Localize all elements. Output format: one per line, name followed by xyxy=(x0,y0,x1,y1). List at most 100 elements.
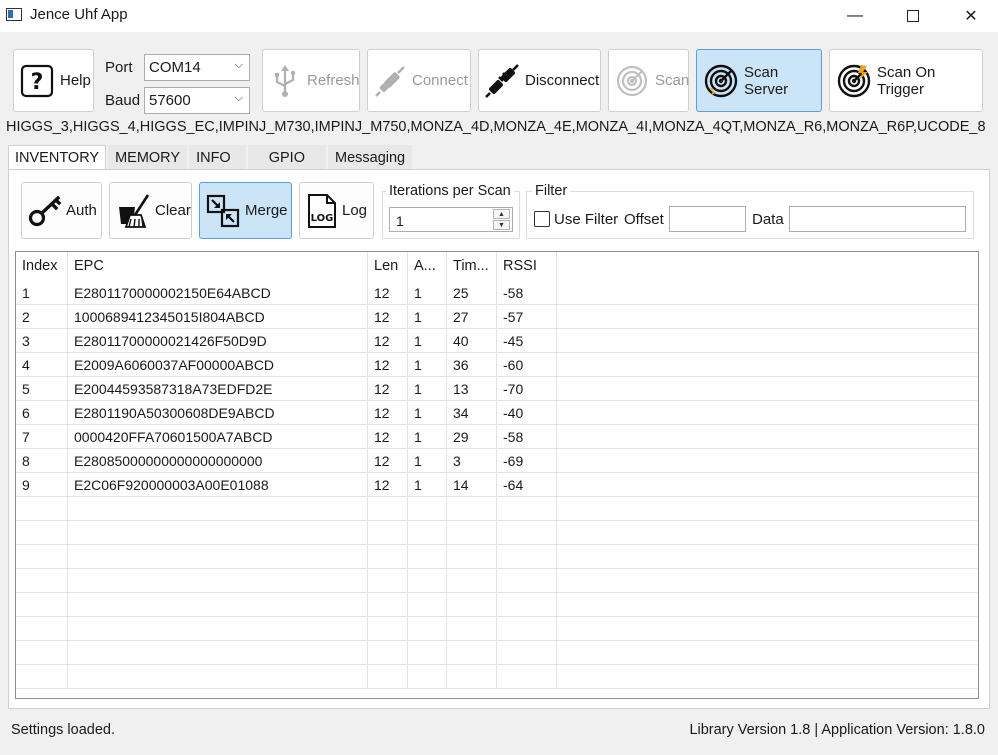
column-header-index[interactable]: Index xyxy=(16,252,68,281)
port-select[interactable]: COM14 ⌵ xyxy=(144,54,250,81)
table-cell: 3 xyxy=(16,329,68,353)
table-row[interactable]: 5 E20044593587318A73EDFD2E 12 1 13 -70 xyxy=(16,377,978,401)
table-cell xyxy=(497,521,557,545)
connect-button[interactable]: Connect xyxy=(367,49,471,112)
window-title: Jence Uhf App xyxy=(30,6,128,23)
table-row[interactable]: 7 0000420FFA70601500A7ABCD 12 1 29 -58 xyxy=(16,425,978,449)
table-cell xyxy=(368,497,408,521)
column-header-antenna[interactable]: A... xyxy=(408,252,447,281)
table-cell: 1000689412345015I804ABCD xyxy=(68,305,368,329)
log-icon-text: LOG xyxy=(311,213,334,224)
table-cell xyxy=(497,617,557,641)
table-cell: 1 xyxy=(408,425,447,449)
table-cell xyxy=(408,569,447,593)
table-cell xyxy=(368,617,408,641)
clear-button[interactable]: Clear xyxy=(109,182,192,239)
table-cell: E28085000000000000000000 xyxy=(68,449,368,473)
table-cell: -40 xyxy=(497,401,557,425)
scan-button[interactable]: Scan xyxy=(608,49,689,112)
table-cell xyxy=(368,665,408,689)
disconnect-button[interactable]: Disconnect xyxy=(478,49,601,112)
radar-icon xyxy=(616,65,648,96)
table-cell xyxy=(16,593,68,617)
help-button[interactable]: ? Help xyxy=(13,49,94,112)
table-cell xyxy=(368,545,408,569)
table-cell xyxy=(447,617,497,641)
filter-title: Filter xyxy=(532,183,571,199)
refresh-button[interactable]: Refresh xyxy=(262,49,360,112)
offset-label: Offset xyxy=(624,211,664,228)
table-row[interactable]: 8 E28085000000000000000000 12 1 3 -69 xyxy=(16,449,978,473)
tab-info[interactable]: INFO xyxy=(189,145,246,169)
column-header-rssi[interactable]: RSSI xyxy=(497,252,557,281)
close-button[interactable]: ✕ xyxy=(942,0,998,32)
offset-input[interactable] xyxy=(669,206,746,232)
auth-button[interactable]: Auth xyxy=(21,182,102,239)
log-button[interactable]: LOG Log xyxy=(299,182,374,239)
table-cell: 29 xyxy=(447,425,497,449)
tab-memory[interactable]: MEMORY xyxy=(108,145,188,169)
table-cell: 5 xyxy=(16,377,68,401)
table-row[interactable]: 9 E2C06F920000003A00E01088 12 1 14 -64 xyxy=(16,473,978,497)
minimize-button[interactable]: — xyxy=(826,0,884,32)
table-cell xyxy=(408,665,447,689)
table-cell xyxy=(408,617,447,641)
table-cell xyxy=(16,545,68,569)
tab-bar: INVENTORY MEMORY INFO GPIO Messaging xyxy=(8,145,414,169)
column-header-time[interactable]: Tim... xyxy=(447,252,497,281)
version-info: Library Version 1.8 | Application Versio… xyxy=(689,722,985,738)
broom-bucket-icon xyxy=(119,193,150,228)
tab-gpio[interactable]: GPIO xyxy=(247,145,326,169)
tab-messaging[interactable]: Messaging xyxy=(327,145,413,169)
table-row[interactable]: 4 E2009A6060037AF00000ABCD 12 1 36 -60 xyxy=(16,353,978,377)
spin-down-icon[interactable]: ▼ xyxy=(493,220,510,230)
scan-on-trigger-button[interactable]: Scan On Trigger xyxy=(829,49,983,112)
data-input[interactable] xyxy=(789,206,966,232)
column-header-epc[interactable]: EPC xyxy=(68,252,368,281)
merge-icon xyxy=(206,194,240,227)
table-cell xyxy=(68,497,368,521)
table-cell xyxy=(497,593,557,617)
table-header: Index EPC Len A... Tim... RSSI xyxy=(16,252,978,281)
table-row[interactable]: 3 E28011700000021426F50D9D 12 1 40 -45 xyxy=(16,329,978,353)
connect-label: Connect xyxy=(412,72,468,89)
table-cell xyxy=(68,569,368,593)
table-cell: E20044593587318A73EDFD2E xyxy=(68,377,368,401)
table-empty-row xyxy=(16,665,978,689)
use-filter-checkbox[interactable] xyxy=(534,211,550,227)
table-row[interactable]: 1 E2801170000002150E64ABCD 12 1 25 -58 xyxy=(16,281,978,305)
merge-button[interactable]: Merge xyxy=(199,182,292,239)
protocol-list: HIGGS_3,HIGGS_4,HIGGS_EC,IMPINJ_M730,IMP… xyxy=(6,119,986,135)
table-cell: 8 xyxy=(16,449,68,473)
table-cell: 9 xyxy=(16,473,68,497)
help-icon: ? xyxy=(20,64,54,97)
iterations-spinbox[interactable]: 1 ▲ ▼ xyxy=(389,207,513,232)
inventory-table[interactable]: Index EPC Len A... Tim... RSSI 1 E2801170… xyxy=(15,251,979,699)
maximize-button[interactable] xyxy=(884,0,942,32)
table-cell xyxy=(447,569,497,593)
column-header-len[interactable]: Len xyxy=(368,252,408,281)
table-cell xyxy=(68,545,368,569)
radar-server-icon xyxy=(704,64,738,97)
table-cell: -69 xyxy=(497,449,557,473)
table-cell: E2C06F920000003A00E01088 xyxy=(68,473,368,497)
clear-label: Clear xyxy=(155,202,191,219)
table-cell xyxy=(16,521,68,545)
table-cell: 12 xyxy=(368,281,408,305)
table-cell xyxy=(16,665,68,689)
table-cell xyxy=(68,593,368,617)
status-message: Settings loaded. xyxy=(11,722,115,738)
log-label: Log xyxy=(342,202,368,219)
scan-server-button[interactable]: Scan Server xyxy=(696,49,822,112)
spin-up-icon[interactable]: ▲ xyxy=(493,209,510,219)
baud-label: Baud xyxy=(105,92,141,109)
table-row[interactable]: 2 1000689412345015I804ABCD 12 1 27 -57 xyxy=(16,305,978,329)
table-row[interactable]: 6 E2801190A50300608DE9ABCD 12 1 34 -40 xyxy=(16,401,978,425)
refresh-label: Refresh xyxy=(307,72,360,89)
tab-inventory[interactable]: INVENTORY xyxy=(8,145,107,169)
table-cell: 25 xyxy=(447,281,497,305)
baud-select[interactable]: 57600 ⌵ xyxy=(144,87,250,114)
table-cell: 12 xyxy=(368,353,408,377)
table-cell xyxy=(408,593,447,617)
table-cell: -45 xyxy=(497,329,557,353)
